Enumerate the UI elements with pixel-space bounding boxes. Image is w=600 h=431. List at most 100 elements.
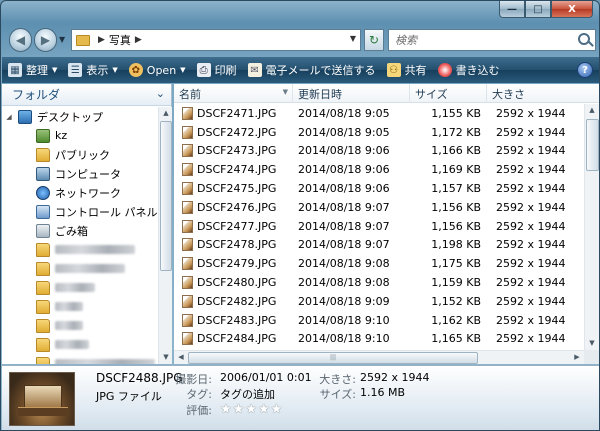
collapse-chevron-icon[interactable]: ⌄ — [156, 87, 165, 100]
file-name-text: DSCF2476.JPG — [197, 200, 277, 214]
tree-item[interactable]: コンピュータ — [2, 164, 158, 183]
tree-item[interactable] — [2, 335, 158, 354]
column-dropdown-icon[interactable]: ▼ — [283, 88, 288, 96]
file-row[interactable]: DSCF2471.JPG 2014/08/18 9:05 1,155 KB 2592 … — [174, 104, 584, 123]
tree-item[interactable] — [2, 240, 158, 259]
search-input[interactable]: 検索 — [388, 29, 596, 51]
forward-button[interactable]: ▶ — [34, 28, 57, 52]
tree-item-label — [55, 321, 83, 330]
file-row[interactable]: DSCF2477.JPG 2014/08/18 9:07 1,156 KB 2592 … — [174, 217, 584, 236]
rating-star-icon[interactable]: ★ — [233, 402, 245, 417]
file-row[interactable]: DSCF2475.JPG 2014/08/18 9:06 1,157 KB 2592 … — [174, 179, 584, 198]
file-list-horizontal-scrollbar[interactable]: ◀ ||| ▶ — [174, 350, 584, 364]
tree-item[interactable] — [2, 297, 158, 316]
scroll-down-arrow-icon[interactable]: ▼ — [159, 351, 173, 364]
file-size-cell: 1,156 KB — [431, 200, 481, 214]
column-header-name[interactable]: 名前 ▼ — [174, 84, 293, 103]
jpg-file-icon — [182, 257, 193, 271]
folder-tree-scrollbar[interactable]: ▲ ▼ — [158, 107, 172, 364]
tree-item[interactable]: ごみ箱 — [2, 221, 158, 240]
column-header-size[interactable]: サイズ — [410, 84, 487, 103]
close-button[interactable]: X — [551, 1, 593, 18]
rating-stars[interactable]: ★ ★ ★ ★ ★ — [220, 402, 283, 417]
tree-item[interactable]: コントロール パネル — [2, 202, 158, 221]
breadcrumb-separator-icon[interactable]: ▶ — [98, 35, 105, 45]
file-name-text: DSCF2474.JPG — [197, 163, 277, 177]
back-button[interactable]: ◀ — [9, 28, 32, 52]
file-name-cell: DSCF2480.JPG — [174, 276, 293, 290]
tree-item[interactable] — [2, 278, 158, 297]
address-bar[interactable]: ▶ 写真 ▶ ▼ — [71, 29, 361, 51]
folder-icon — [76, 34, 90, 46]
maximize-button[interactable]: □ — [525, 1, 551, 18]
file-row[interactable]: DSCF2482.JPG 2014/08/18 9:09 1,152 KB 2592 … — [174, 292, 584, 311]
email-button[interactable]: ✉ 電子メールで送信する — [247, 62, 376, 78]
file-row[interactable]: DSCF2478.JPG 2014/08/18 9:07 1,198 KB 2592 … — [174, 236, 584, 255]
file-row[interactable]: DSCF2479.JPG 2014/08/18 9:08 1,175 KB 2592 … — [174, 254, 584, 273]
folder-icon — [36, 280, 50, 295]
address-history-dropdown-icon[interactable]: ▼ — [350, 34, 356, 43]
rating-star-icon[interactable]: ★ — [220, 402, 232, 417]
column-header-date[interactable]: 更新日時 — [293, 84, 410, 103]
file-dimensions-cell: 2592 x 1944 — [496, 257, 566, 271]
file-name-text: DSCF2482.JPG — [197, 294, 277, 308]
organize-button[interactable]: ▦ 整理 ▼ — [8, 62, 57, 78]
file-list-vertical-scrollbar[interactable]: ▲ ▼ — [584, 104, 599, 350]
folder-tree: ◢ デスクトップ kz パブリックコンピュータネットワーク コントロール パネル ごみ箱 — [2, 107, 158, 364]
file-row[interactable]: DSCF2483.JPG 2014/08/18 9:10 1,162 KB 2592 … — [174, 311, 584, 330]
scroll-down-arrow-icon[interactable]: ▼ — [585, 337, 599, 350]
file-name-text: DSCF2478.JPG — [197, 238, 277, 252]
file-row[interactable]: DSCF2484.JPG 2014/08/18 9:10 1,165 KB 2592 … — [174, 330, 584, 349]
views-button[interactable]: ☰ 表示 ▼ — [68, 62, 118, 78]
tree-item[interactable] — [2, 354, 158, 364]
file-row[interactable]: DSCF2473.JPG 2014/08/18 9:06 1,166 KB 2592 … — [174, 142, 584, 161]
scrollbar-thumb[interactable] — [586, 119, 599, 171]
file-name-cell: DSCF2474.JPG — [174, 163, 293, 177]
refresh-button[interactable]: ↻ — [364, 29, 384, 51]
file-row[interactable]: DSCF2480.JPG 2014/08/18 9:08 1,159 KB 2592 … — [174, 273, 584, 292]
print-button[interactable]: ⎙ 印刷 — [196, 62, 237, 78]
file-row[interactable]: DSCF2472.JPG 2014/08/18 9:05 1,172 KB 2592 … — [174, 123, 584, 142]
file-row[interactable]: DSCF2476.JPG 2014/08/18 9:07 1,156 KB 2592 … — [174, 198, 584, 217]
file-name-cell: DSCF2477.JPG — [174, 219, 293, 233]
minimize-button[interactable]: — — [499, 1, 525, 18]
burn-button[interactable]: 書き込む — [437, 62, 500, 78]
rating-star-icon[interactable]: ★ — [271, 402, 283, 417]
file-size-cell: 1,157 KB — [431, 182, 481, 196]
open-button[interactable]: ✿ Open ▼ — [128, 63, 186, 77]
scrollbar-thumb[interactable]: ||| — [188, 352, 478, 364]
tree-item[interactable] — [2, 259, 158, 278]
scroll-left-arrow-icon[interactable]: ◀ — [174, 351, 188, 364]
jpg-file-icon — [182, 106, 193, 120]
help-button[interactable]: ? — [577, 62, 593, 78]
tags-value[interactable]: タグの追加 — [220, 386, 275, 402]
rating-star-icon[interactable]: ★ — [258, 402, 270, 417]
scroll-up-arrow-icon[interactable]: ▲ — [585, 104, 599, 117]
file-dimensions-cell: 2592 x 1944 — [496, 276, 566, 290]
search-icon[interactable] — [578, 33, 590, 45]
file-thumbnail[interactable] — [9, 372, 75, 426]
tree-expander-icon[interactable]: ◢ — [4, 113, 14, 121]
tree-item[interactable]: kz — [2, 126, 158, 145]
scroll-right-arrow-icon[interactable]: ▶ — [570, 351, 584, 364]
folder-icon — [36, 318, 50, 333]
recent-pages-dropdown[interactable]: ▼ — [59, 35, 65, 44]
jpg-file-icon — [182, 276, 193, 290]
folders-header[interactable]: フォルダ ⌄ — [2, 84, 171, 106]
breadcrumb-item-photos[interactable]: 写真 — [109, 32, 131, 48]
tree-item[interactable]: パブリック — [2, 145, 158, 164]
tree-item[interactable]: ネットワーク — [2, 183, 158, 202]
tree-item[interactable]: ◢ デスクトップ — [2, 107, 158, 126]
scrollbar-thumb[interactable] — [160, 121, 172, 271]
share-button[interactable]: ⚇ 共有 — [386, 62, 427, 78]
file-date-cell: 2014/08/18 9:05 — [298, 106, 390, 120]
tree-item[interactable] — [2, 316, 158, 335]
tree-item-label: コンピュータ — [55, 167, 121, 181]
rating-star-icon[interactable]: ★ — [245, 402, 257, 417]
file-row[interactable]: DSCF2474.JPG 2014/08/18 9:06 1,169 KB 2592 … — [174, 160, 584, 179]
breadcrumb-separator-icon[interactable]: ▶ — [135, 35, 142, 45]
column-header-dimensions[interactable]: 大きさ — [487, 84, 599, 103]
navigation-pane: フォルダ ⌄ ◢ デスクトップ kz パブリックコンピュータネットワーク コントロール … — [2, 84, 172, 364]
file-rows: DSCF2471.JPG 2014/08/18 9:05 1,155 KB 2592 … — [174, 104, 584, 350]
scroll-up-arrow-icon[interactable]: ▲ — [159, 107, 173, 120]
